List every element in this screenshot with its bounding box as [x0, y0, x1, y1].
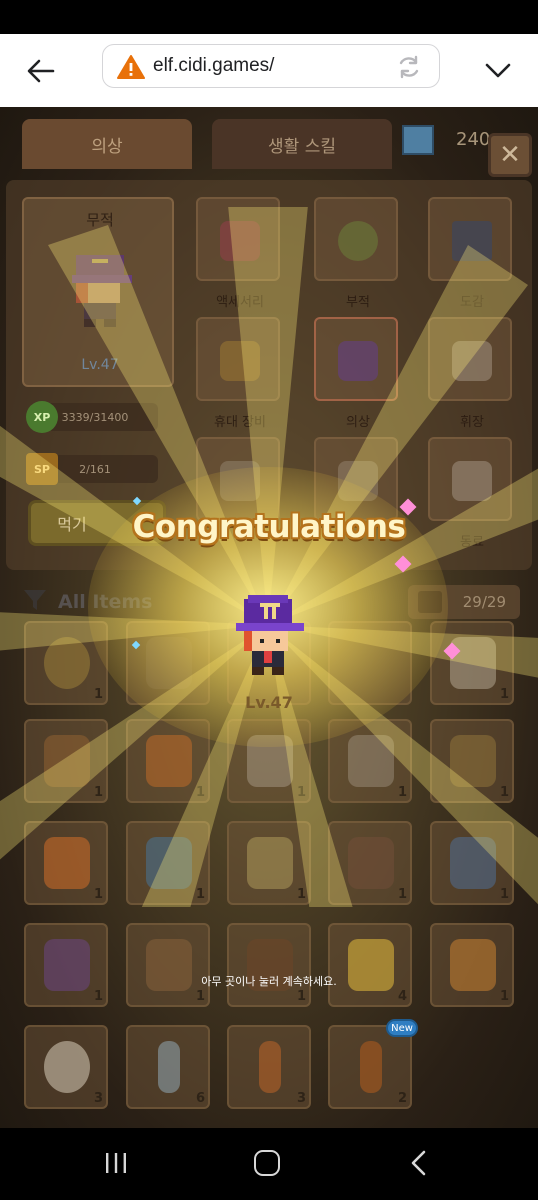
- status-bar: [0, 0, 538, 34]
- back-arrow-icon: [27, 59, 55, 83]
- item-quantity: 1: [195, 989, 205, 1004]
- close-icon: ✕: [499, 140, 521, 170]
- hero-level: Lv.47: [245, 693, 293, 712]
- inventory-item[interactable]: 1: [227, 923, 311, 1007]
- cream-bowl-icon: [44, 1041, 90, 1093]
- game-canvas[interactable]: 의상 생활 스킬 240 ✕ 무적 Lv.47 XP 3339/31400 SP…: [0, 107, 538, 1128]
- gem-count: 240: [456, 129, 491, 150]
- item-quantity: 4: [397, 989, 407, 1004]
- inventory-item[interactable]: 1: [126, 923, 210, 1007]
- tab-life-skill[interactable]: 생활 스킬: [212, 119, 392, 169]
- item-quantity: 2: [397, 1091, 407, 1106]
- inventory-item[interactable]: 6: [126, 1025, 210, 1109]
- item-quantity: 3: [296, 1091, 306, 1106]
- new-badge: New: [386, 1019, 418, 1037]
- system-nav-bar: [0, 1128, 538, 1200]
- inventory-item[interactable]: 2: [328, 1025, 412, 1109]
- item-quantity: 1: [296, 989, 306, 1004]
- inventory-item[interactable]: 1: [24, 923, 108, 1007]
- tab-costume[interactable]: 의상: [22, 119, 192, 169]
- reload-icon[interactable]: [395, 53, 423, 81]
- warning-triangle-icon[interactable]: [117, 54, 145, 80]
- back-icon[interactable]: [406, 1150, 432, 1176]
- gem-icon: [402, 125, 434, 155]
- inventory-item[interactable]: 1: [430, 923, 514, 1007]
- back-arrow-button[interactable]: [22, 52, 60, 90]
- item-quantity: 1: [93, 989, 103, 1004]
- inventory-item[interactable]: 3: [227, 1025, 311, 1109]
- character-sprite-icon: [236, 595, 304, 675]
- url-bar[interactable]: elf.cidi.games/: [102, 44, 440, 88]
- item-quantity: 6: [195, 1091, 205, 1106]
- inventory-item[interactable]: 4: [328, 923, 412, 1007]
- bottle-icon: [360, 1041, 382, 1093]
- home-icon[interactable]: [254, 1150, 280, 1176]
- inventory-item[interactable]: 3: [24, 1025, 108, 1109]
- close-button[interactable]: ✕: [488, 133, 532, 177]
- congratulations-title: Congratulations: [132, 509, 406, 545]
- item-quantity: 3: [93, 1091, 103, 1106]
- chevron-down-icon[interactable]: [480, 52, 516, 88]
- url-text: elf.cidi.games/: [153, 55, 275, 76]
- item-quantity: 1: [499, 989, 509, 1004]
- browser-toolbar: elf.cidi.games/: [0, 34, 538, 107]
- recent-apps-icon[interactable]: [104, 1152, 128, 1174]
- bottle-icon: [259, 1041, 281, 1093]
- bottle-icon: [158, 1041, 180, 1093]
- continue-hint: 아무 곳이나 눌러 계속하세요.: [201, 975, 337, 988]
